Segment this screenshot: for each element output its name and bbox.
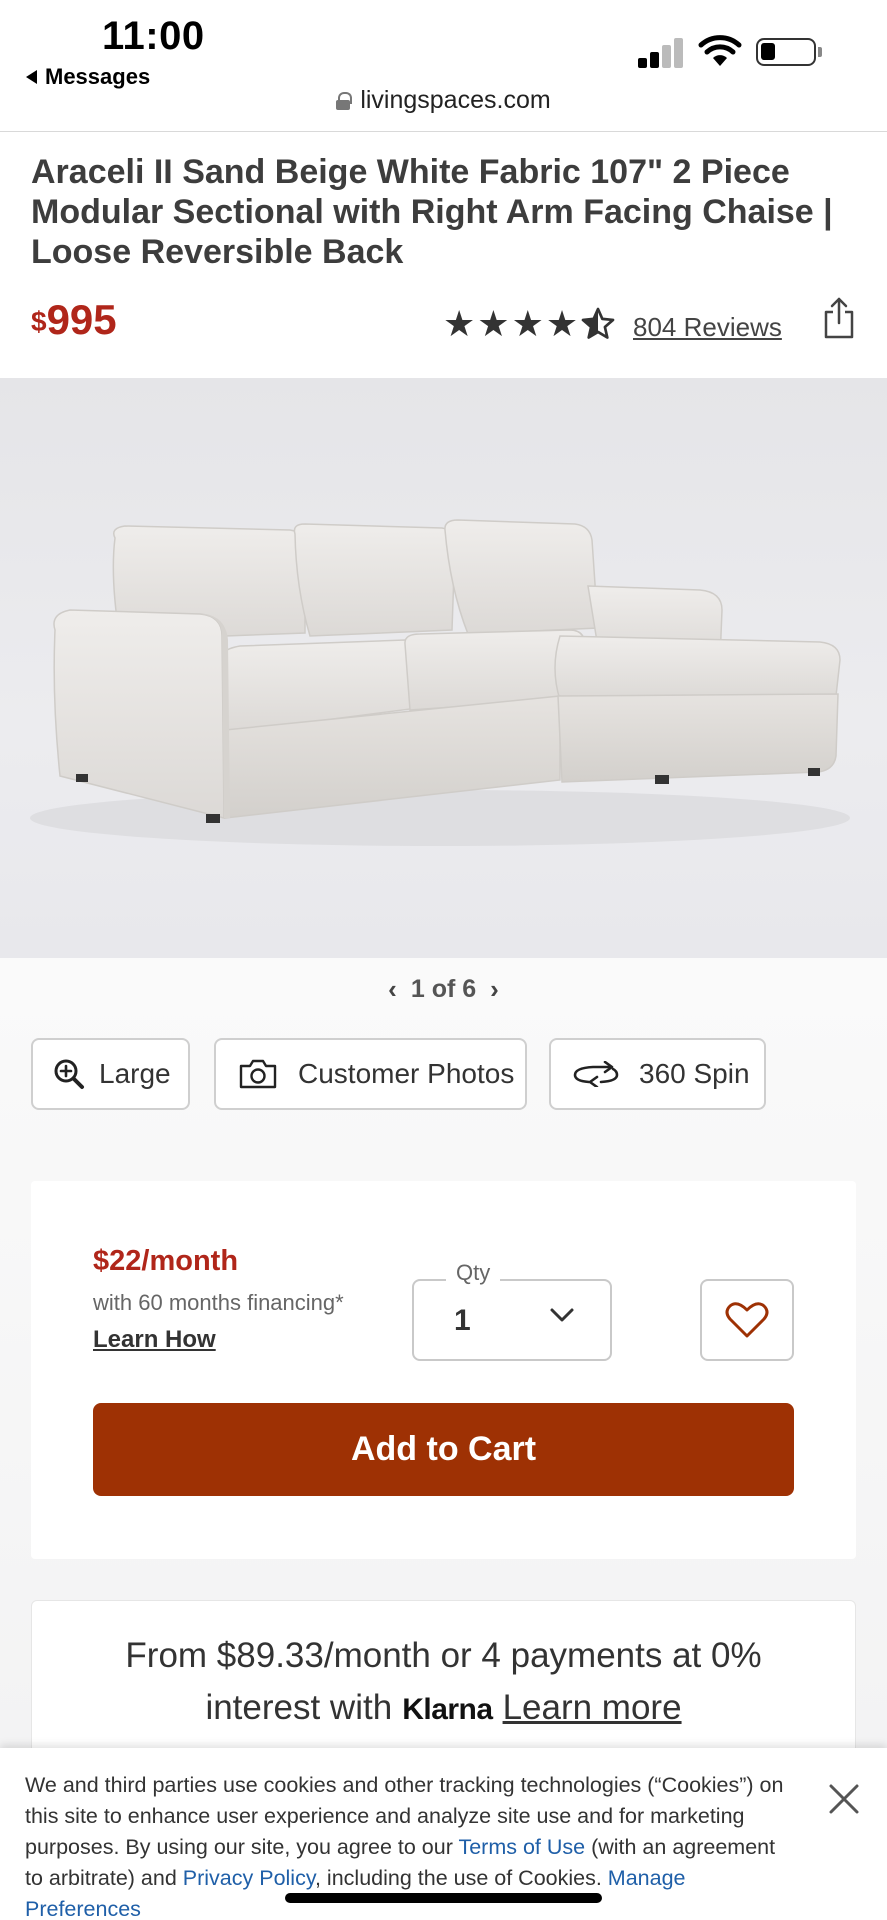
reviews-link[interactable]: 804 Reviews bbox=[633, 312, 782, 343]
lock-icon bbox=[336, 91, 353, 110]
klarna-line-2: interest with Klarna Learn more bbox=[0, 1688, 887, 1728]
cellular-signal-icon bbox=[638, 36, 686, 68]
price-currency: $ bbox=[31, 306, 47, 337]
address-bar[interactable]: livingspaces.com bbox=[0, 86, 887, 115]
star-full-icon: ★ bbox=[545, 303, 579, 344]
large-view-button[interactable]: Large bbox=[31, 1038, 190, 1110]
cookie-text-3: , including the use of Cookies. bbox=[314, 1866, 608, 1890]
sectional-sofa-image bbox=[30, 519, 850, 846]
wishlist-button[interactable] bbox=[700, 1279, 794, 1361]
quantity-select[interactable] bbox=[412, 1279, 612, 1361]
pager-text: 1 of 6 bbox=[410, 975, 477, 1003]
customer-photos-button[interactable]: Customer Photos bbox=[214, 1038, 527, 1110]
share-icon[interactable] bbox=[822, 296, 856, 340]
battery-icon bbox=[756, 38, 816, 66]
qty-value: 1 bbox=[454, 1304, 471, 1337]
klarna-learn-more-link[interactable]: Learn more bbox=[503, 1688, 682, 1728]
battery-tip bbox=[818, 47, 822, 57]
product-image[interactable] bbox=[0, 378, 887, 958]
back-arrow-icon bbox=[26, 70, 37, 84]
purchase-card bbox=[31, 1181, 856, 1559]
klarna-line-1: From $89.33/month or 4 payments at 0% bbox=[125, 1636, 762, 1675]
zoom-in-icon bbox=[54, 1059, 84, 1089]
customer-photos-label: Customer Photos bbox=[298, 1058, 515, 1089]
camera-icon bbox=[239, 1059, 277, 1089]
star-full-icon: ★ bbox=[477, 303, 510, 344]
chevron-left-icon[interactable]: ‹ bbox=[388, 974, 397, 1005]
large-label: Large bbox=[99, 1058, 171, 1089]
financing-note: with 60 months financing* bbox=[93, 1290, 344, 1315]
status-bar: 11:00 Messages livingspaces.com bbox=[0, 0, 887, 132]
monthly-price: $22/month bbox=[93, 1245, 239, 1277]
price-amount: 995 bbox=[46, 296, 117, 343]
rating-stars[interactable]: ★ ★ ★ ★ bbox=[443, 306, 616, 342]
add-to-cart-button[interactable]: Add to Cart bbox=[93, 1403, 794, 1496]
qty-label: Qty bbox=[446, 1260, 501, 1286]
klarna-logo: Klarna bbox=[402, 1693, 493, 1726]
product-title: Araceli II Sand Beige White Fabric 107" … bbox=[31, 153, 833, 271]
chevron-right-icon[interactable]: › bbox=[490, 974, 499, 1005]
spin-360-button[interactable]: 360 Spin bbox=[549, 1038, 766, 1110]
star-full-icon: ★ bbox=[443, 303, 476, 344]
product-price: $ 995 bbox=[31, 296, 117, 344]
url-text: livingspaces.com bbox=[360, 86, 551, 114]
wifi-icon bbox=[698, 35, 742, 66]
star-full-icon: ★ bbox=[511, 303, 544, 344]
spin-360-label: 360 Spin bbox=[639, 1058, 750, 1089]
home-indicator bbox=[285, 1893, 602, 1903]
heart-icon bbox=[725, 1302, 769, 1338]
terms-of-use-link[interactable]: Terms of Use bbox=[458, 1835, 585, 1859]
learn-how-link[interactable]: Learn How bbox=[93, 1326, 216, 1354]
spin-360-icon bbox=[573, 1061, 619, 1087]
klarna-prefix: interest with bbox=[205, 1688, 393, 1727]
image-pager: ‹ 1 of 6 › bbox=[0, 974, 887, 1005]
chevron-down-icon bbox=[550, 1308, 574, 1322]
close-icon[interactable] bbox=[826, 1781, 862, 1817]
star-half-icon bbox=[581, 307, 615, 339]
status-time: 11:00 bbox=[102, 14, 205, 58]
privacy-policy-link[interactable]: Privacy Policy bbox=[183, 1866, 315, 1890]
